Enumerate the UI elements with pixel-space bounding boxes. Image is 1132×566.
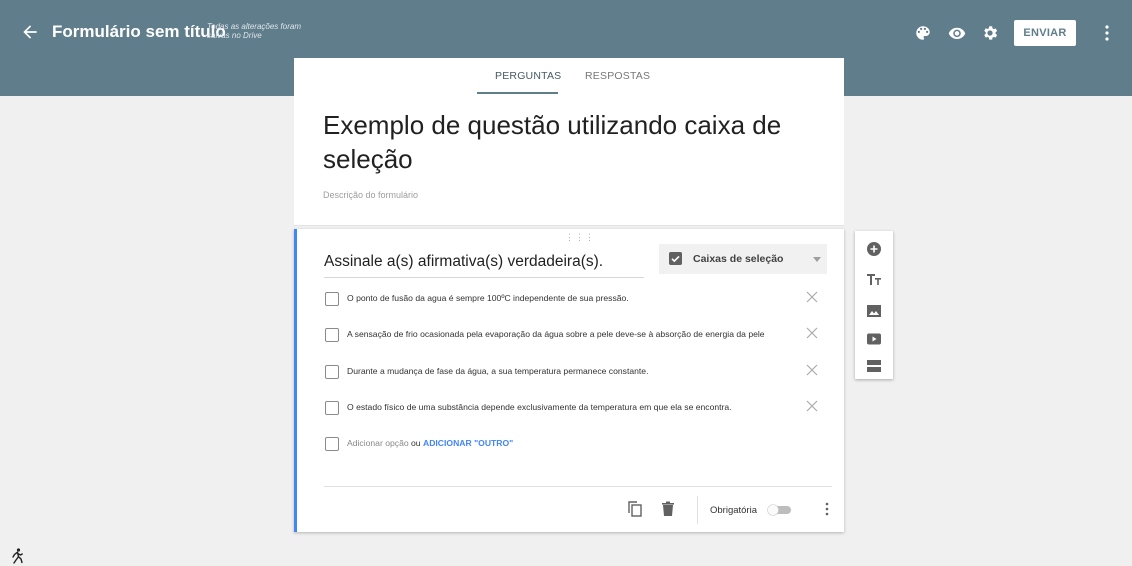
option-row: Durante a mudança de fase da água, a sua…	[325, 363, 825, 383]
question-type-label: Caixas de seleção	[693, 253, 784, 265]
close-icon[interactable]	[805, 290, 819, 304]
tabs-bar: PERGUNTAS RESPOSTAS	[294, 58, 844, 96]
add-other-link[interactable]: ADICIONAR "OUTRO"	[423, 438, 513, 448]
form-title[interactable]: Exemplo de questão utilizando caixa de s…	[323, 108, 793, 176]
close-icon[interactable]	[805, 363, 819, 377]
question-type-select[interactable]: Caixas de seleção	[659, 244, 827, 274]
trash-icon[interactable]	[661, 501, 675, 517]
eye-icon[interactable]	[948, 24, 966, 42]
save-status: Todas as alterações foram salvas no Driv…	[207, 22, 301, 40]
send-button[interactable]: ENVIAR	[1014, 20, 1076, 46]
checkbox[interactable]	[325, 401, 339, 415]
close-icon[interactable]	[805, 326, 819, 340]
required-toggle[interactable]	[767, 504, 793, 516]
checkbox-checked-icon	[669, 252, 682, 265]
checkbox[interactable]	[325, 292, 339, 306]
form-name[interactable]: Formulário sem título	[52, 22, 226, 42]
add-image-icon[interactable]	[866, 303, 882, 319]
close-icon[interactable]	[805, 399, 819, 413]
add-option-link[interactable]: Adicionar opção	[347, 438, 409, 448]
back-arrow-icon[interactable]	[20, 22, 40, 42]
form-header-card: Exemplo de questão utilizando caixa de s…	[294, 96, 844, 226]
form-description-field[interactable]: Descrição do formulário	[323, 190, 418, 200]
option-row: A sensação de frio ocasionada pela evapo…	[325, 326, 825, 346]
checkbox[interactable]	[325, 328, 339, 342]
tab-respostas[interactable]: RESPOSTAS	[585, 70, 650, 82]
option-text[interactable]: Durante a mudança de fase da água, a sua…	[347, 366, 648, 376]
duplicate-icon[interactable]	[628, 501, 642, 517]
footer-divider	[324, 486, 832, 487]
footer-separator	[697, 496, 698, 524]
add-question-icon[interactable]	[866, 241, 882, 257]
option-row: O ponto de fusão da agua é sempre 100ºC …	[325, 290, 825, 310]
palette-icon[interactable]	[914, 24, 932, 42]
question-card[interactable]: ⋮⋮⋮ Assinale a(s) afirmativa(s) verdadei…	[294, 229, 844, 532]
more-vert-icon[interactable]	[1100, 24, 1114, 42]
checkbox	[325, 437, 339, 451]
chevron-down-icon	[813, 257, 821, 262]
required-label: Obrigatória	[710, 505, 757, 516]
add-title-icon[interactable]	[866, 271, 882, 287]
add-option-row: Adicionar opção ou ADICIONAR "OUTRO"	[325, 435, 825, 455]
add-video-icon[interactable]	[866, 331, 882, 347]
option-text[interactable]: O estado físico de uma substância depend…	[347, 402, 732, 412]
active-tab-indicator	[477, 92, 558, 94]
option-row: O estado físico de uma substância depend…	[325, 399, 825, 419]
side-toolbar	[855, 231, 893, 379]
tab-perguntas[interactable]: PERGUNTAS	[495, 70, 561, 82]
more-vert-icon[interactable]	[822, 501, 832, 517]
option-text[interactable]: A sensação de frio ocasionada pela evapo…	[347, 329, 765, 339]
running-person-icon	[12, 548, 23, 564]
add-section-icon[interactable]	[866, 358, 882, 374]
checkbox[interactable]	[325, 365, 339, 379]
drag-handle-icon[interactable]: ⋮⋮⋮	[565, 232, 595, 243]
option-text[interactable]: O ponto de fusão da agua é sempre 100ºC …	[347, 293, 629, 303]
or-label: ou	[411, 438, 421, 448]
question-title-input[interactable]: Assinale a(s) afirmativa(s) verdadeira(s…	[324, 253, 644, 278]
gear-icon[interactable]	[981, 24, 999, 42]
